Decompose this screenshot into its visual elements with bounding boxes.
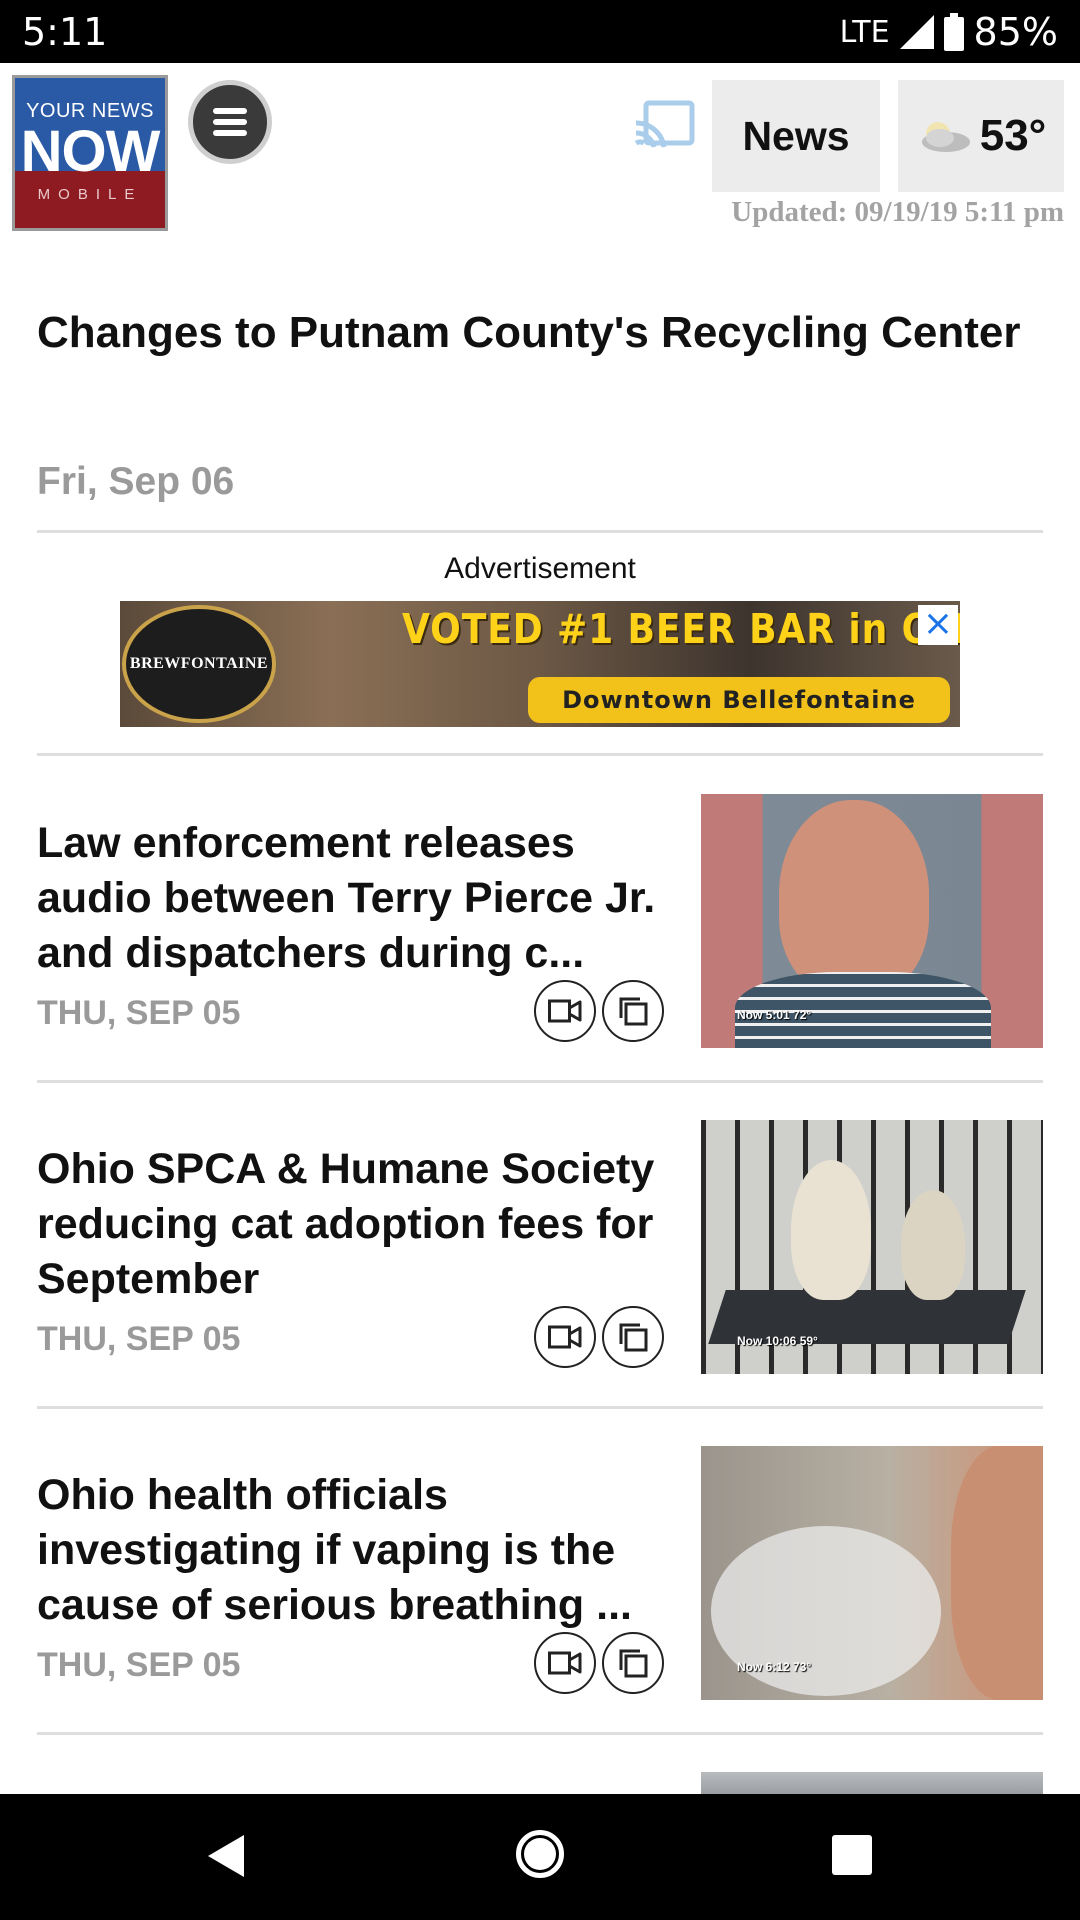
story-item[interactable]: Ohio SPCA & Humane Society reducing cat …: [37, 1120, 1043, 1374]
battery-percent: 85%: [973, 10, 1058, 54]
recent-apps-icon[interactable]: [832, 1835, 872, 1875]
divider: [37, 1406, 1043, 1409]
story-thumbnail[interactable]: Now 6:12 73°: [701, 1446, 1043, 1700]
video-icon[interactable]: [534, 980, 596, 1042]
ad-seal-text: BREWFONTAINE: [129, 655, 269, 672]
logo-line2: NOW: [20, 119, 161, 184]
last-updated: Updated: 09/19/19 5:11 pm: [731, 196, 1064, 228]
ad-subline: Downtown Bellefontaine: [528, 677, 950, 723]
featured-story-date: Fri, Sep 06: [37, 460, 235, 503]
story-date: THU, SEP 05: [37, 1646, 241, 1684]
hamburger-menu-icon[interactable]: [188, 80, 272, 164]
story-title: Law enforcement releases audio between T…: [37, 819, 656, 977]
thumbnail-badge: Now 6:12 73°: [737, 1660, 812, 1674]
ad-headline: VOTED #1 BEER BAR in OHI: [402, 605, 960, 653]
story-title: Ohio health officials investigating if v…: [37, 1471, 632, 1629]
home-icon[interactable]: [516, 1830, 564, 1878]
close-x-icon[interactable]: ×: [918, 605, 958, 645]
story-thumbnail[interactable]: Now 10:06 59°: [701, 1120, 1043, 1374]
system-nav-bar: [0, 1794, 1080, 1920]
app-header: YOUR NEWS NOW MOBILE News 53° Updated: 0…: [0, 63, 1080, 243]
gallery-icon[interactable]: [602, 980, 664, 1042]
featured-story-title: Changes to Putnam County's Recycling Cen…: [37, 308, 1021, 357]
divider: [37, 530, 1043, 533]
back-icon[interactable]: [206, 1833, 246, 1879]
video-icon[interactable]: [534, 1306, 596, 1368]
thumbnail-badge: Now 10:06 59°: [737, 1334, 818, 1348]
divider: [37, 1080, 1043, 1083]
story-date: THU, SEP 05: [37, 1320, 241, 1358]
news-section-button[interactable]: News: [712, 80, 880, 192]
gallery-icon[interactable]: [602, 1632, 664, 1694]
ad-banner[interactable]: BREWFONTAINE VOTED #1 BEER BAR in OHI Do…: [120, 601, 960, 727]
ad-label: Advertisement: [444, 552, 636, 585]
story-thumbnail[interactable]: Now 5:01 72°: [701, 794, 1043, 1048]
status-bar: 5:11 LTE 85%: [0, 0, 1080, 63]
app-logo[interactable]: YOUR NEWS NOW MOBILE: [12, 75, 168, 231]
partly-cloudy-icon: [921, 122, 970, 152]
story-item[interactable]: Law enforcement releases audio between T…: [37, 794, 1043, 1048]
divider: [37, 1732, 1043, 1735]
story-item[interactable]: Ohio health officials investigating if v…: [37, 1446, 1043, 1700]
status-time: 5:11: [22, 10, 108, 54]
ad-brewery-seal: BREWFONTAINE: [122, 605, 276, 723]
logo-line3: MOBILE: [37, 186, 143, 203]
video-icon[interactable]: [534, 1632, 596, 1694]
story-date: THU, SEP 05: [37, 994, 241, 1032]
battery-icon: [943, 13, 964, 51]
gallery-icon[interactable]: [602, 1306, 664, 1368]
story-title: Ohio SPCA & Humane Society reducing cat …: [37, 1145, 655, 1303]
network-type: LTE: [839, 14, 890, 50]
status-icons: LTE 85%: [840, 10, 1058, 54]
story-thumbnail-partial[interactable]: [701, 1772, 1043, 1794]
divider: [37, 753, 1043, 756]
cast-icon[interactable]: [634, 99, 696, 149]
featured-story[interactable]: Changes to Putnam County's Recycling Cen…: [37, 305, 1043, 361]
thumbnail-badge: Now 5:01 72°: [737, 1008, 812, 1022]
weather-temperature: 53°: [979, 111, 1047, 160]
weather-button[interactable]: 53°: [898, 80, 1064, 192]
signal-icon: [899, 15, 934, 49]
